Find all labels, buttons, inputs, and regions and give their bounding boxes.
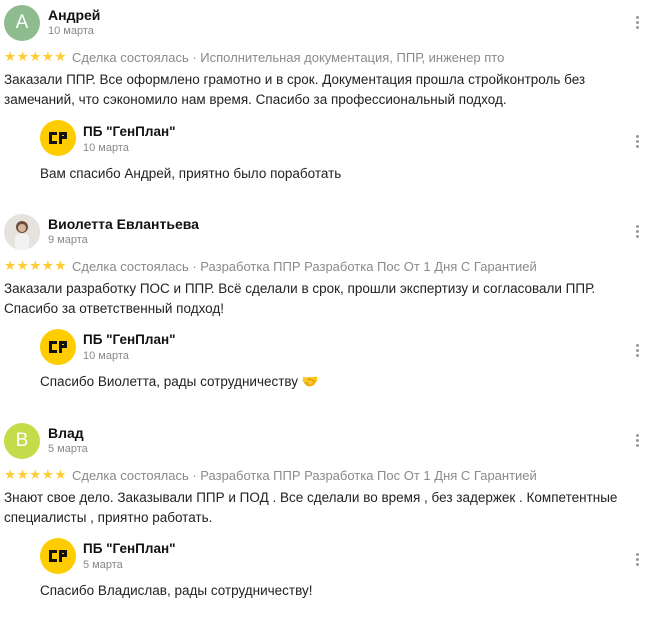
genplan-logo-icon[interactable] [40,538,76,574]
rating-stars: ★★★★★ [4,258,68,273]
more-vertical-icon[interactable] [631,551,643,569]
more-vertical-icon[interactable] [631,432,643,450]
review-meta: ★★★★★ Сделка состоялась · Разработка ППР… [4,258,537,274]
review-date: 5 марта [48,443,88,455]
reply-text: Вам спасибо Андрей, приятно было поработ… [40,166,342,181]
review-meta: ★★★★★ Сделка состоялась · Разработка ППР… [4,467,537,483]
review-author[interactable]: Виолетта Евлантьева [48,216,199,232]
avatar[interactable]: А [4,5,40,41]
more-vertical-icon[interactable] [631,223,643,241]
review-text: Заказали ППР. Все оформлено грамотно и в… [4,72,586,107]
review-author[interactable]: Влад [48,425,84,441]
review-card: В Влад 5 марта ★★★★★ Сделка состоялась ·… [0,418,647,618]
genplan-logo-icon[interactable] [40,120,76,156]
reply-text: Спасибо Владислав, рады сотрудничеству! [40,583,313,598]
genplan-logo-icon[interactable] [40,329,76,365]
more-vertical-icon[interactable] [631,14,643,32]
review-date: 9 марта [48,234,88,246]
reply-date: 5 марта [83,559,123,571]
rating-stars: ★★★★★ [4,467,68,482]
reply-date: 10 марта [83,142,129,154]
reply-author[interactable]: ПБ "ГенПлан" [83,541,176,556]
review-meta: ★★★★★ Сделка состоялась · Исполнительная… [4,49,504,65]
rating-stars: ★★★★★ [4,49,68,64]
avatar[interactable] [4,214,40,250]
review-card: А Андрей 10 марта ★★★★★ Сделка состоялас… [0,0,647,200]
review-text: Заказали разработку ПОС и ППР. Всё сдела… [4,281,596,316]
review-text: Знают свое дело. Заказывали ППР и ПОД . … [4,490,618,525]
review-meta-text: Сделка состоялась · Разработка ППР Разра… [72,467,537,483]
review-meta-text: Сделка состоялась · Исполнительная докум… [72,49,505,65]
review-date: 10 марта [48,25,94,37]
review-card: Виолетта Евлантьева 9 марта ★★★★★ Сделка… [0,209,647,409]
review-author[interactable]: Андрей [48,7,100,23]
reply-author[interactable]: ПБ "ГенПлан" [83,332,176,347]
review-meta-text: Сделка состоялась · Разработка ППР Разра… [72,258,537,274]
reply-author[interactable]: ПБ "ГенПлан" [83,124,176,139]
reply-text: Спасибо Виолетта, рады сотрудничеству 🤝 [40,374,319,389]
avatar[interactable]: В [4,423,40,459]
reply-date: 10 марта [83,350,129,362]
more-vertical-icon[interactable] [631,342,643,360]
more-vertical-icon[interactable] [631,133,643,151]
